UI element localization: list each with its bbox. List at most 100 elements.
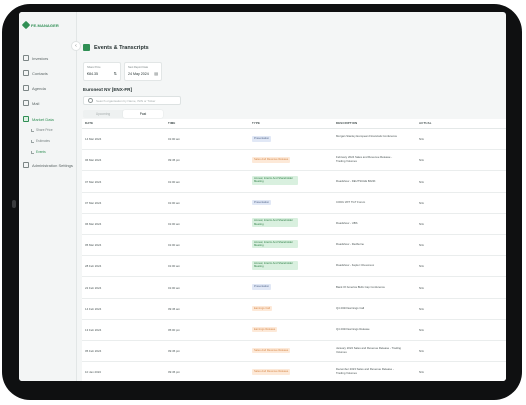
share-price-value: €84.35 [87,72,98,76]
logo-text: FE.MANAGER [31,22,59,28]
event-description: Roadshow - UBS [336,221,358,226]
table-header: DATE TIME TYPE DESCRIPTION ACTUAL [82,119,506,129]
card-label: Next Report Date [128,66,149,69]
column-header-description[interactable]: DESCRIPTION [336,121,357,125]
table-row[interactable]: 05 Mar 2024 01:00 am Annual, Interim And S… [82,235,506,257]
table-row[interactable]: 28 Feb 2024 01:00 am Annual, Interim And S… [82,256,506,278]
column-header-type[interactable]: TYPE [252,121,260,125]
next-report-date-card: Next Report Date 24 May 2024 ▤ [124,62,162,81]
event-date: 05 Mar 2024 [85,243,102,248]
table-body: 14 Mar 2024 01:00 am Presentation Morgan St… [82,129,506,381]
event-actual: N/A [419,285,424,290]
app-logo[interactable]: FE.MANAGER [21,20,59,30]
sidebar-item-market-data[interactable]: Market Data [23,116,54,122]
event-type-badge: Annual, Interim And Shareholder Meeting [252,239,298,249]
event-type-badge: Sales And Revenue Release [252,369,291,375]
sidebar-item-label: Agenda [32,85,46,91]
event-description: Q4 2023 Earnings Release [336,326,370,331]
sidebar-item-contacts[interactable]: Contacts [23,70,48,76]
share-price-card: Share Price €84.35 ⇅ [83,62,121,81]
event-time: 05:00 pm [168,327,181,332]
tab-upcoming[interactable]: Upcoming [83,110,123,118]
event-type-badge: Annual, Interim And Shareholder Meeting [252,260,298,270]
event-time: 09:45 pm [168,370,181,375]
card-label: Share Price [87,66,101,69]
event-actual: N/A [419,306,424,311]
event-time: 01:00 am [168,200,181,205]
branch-icon [31,128,34,132]
event-time: 01:00 am [168,179,181,184]
event-actual: N/A [419,327,424,332]
event-type-badge: Sales And Revenue Release [252,347,291,354]
sidebar-item-investors[interactable]: Investors [23,55,48,61]
event-actual: N/A [419,243,424,248]
search-input[interactable] [96,98,180,103]
column-header-date[interactable]: DATE [85,121,93,125]
sidebar-item-mail[interactable]: Mail [23,100,39,106]
sidebar: FE.MANAGER Investors Contacts Agenda Mai… [19,12,77,381]
event-description: Roadshow - DEUTSCHE BANK [336,178,376,183]
event-date: 07 Mar 2024 [85,179,102,184]
event-date: 14 Mar 2024 [85,137,102,142]
sidebar-item-label: Contacts [32,70,48,76]
event-description: December 2023 Sales and Revenue Release … [336,367,394,375]
event-time: 01:00 am [168,285,181,290]
sidebar-subitem-label: Share Price [36,128,53,132]
event-type-badge: Presentation [252,284,272,290]
column-header-actual[interactable]: ACTUAL [419,121,432,125]
event-type-badge: Earnings Release [252,326,278,333]
company-name: Euronext NV [ENX-FR] [83,87,133,92]
table-row[interactable]: 22 Feb 2024 01:00 am Presentation Bank Of A… [82,277,506,299]
event-date: 06 Mar 2024 [85,158,102,163]
sidebar-item-label: Market Data [32,116,54,122]
event-time: 09:45 am [168,306,181,311]
table-row[interactable]: 07 Mar 2024 01:00 am Annual, Interim And S… [82,171,506,193]
mail-icon [23,100,29,106]
page-header: Events & Transcripts [83,44,149,51]
sidebar-item-agenda[interactable]: Agenda [23,85,46,91]
event-description: Q4 2023 Earnings Call [336,305,365,310]
search-bar [83,96,181,105]
event-actual: N/A [419,137,424,142]
branch-icon [31,150,34,154]
event-date: 14 Feb 2024 [85,306,102,311]
branch-icon [31,139,34,143]
event-time: 01:00 am [168,137,181,142]
events-icon [83,44,90,51]
sidebar-subitem-label: Events [36,150,46,154]
table-row[interactable]: 14 Feb 2024 09:45 am Earnings Call Q4 2023 … [82,299,506,320]
tab-past[interactable]: Past [123,110,163,118]
event-description: Bank Of America BHG Cap Conference [336,284,385,289]
event-actual: N/A [419,222,424,227]
events-table: DATE TIME TYPE DESCRIPTION ACTUAL 14 Mar… [82,119,506,381]
table-row[interactable]: 05 Feb 2024 09:45 pm Sales And Revenue Rel… [82,341,506,363]
sidebar-subitem-estimates[interactable]: Estimates [31,139,50,143]
table-row[interactable]: 10 Jan 2024 09:45 pm Sales And Revenue Rel… [82,362,506,381]
event-type-badge: Presentation [252,136,272,142]
table-row[interactable]: 14 Mar 2024 01:00 am Presentation Morgan St… [82,129,506,151]
event-date: 28 Feb 2024 [85,264,102,269]
contacts-icon [23,70,29,76]
table-row[interactable]: 13 Feb 2024 05:00 pm Earnings Release Q4 20… [82,320,506,341]
calendar-icon [23,85,29,91]
calendar-icon: ▤ [154,71,158,76]
sidebar-subitem-label: Estimates [36,139,50,143]
event-actual: N/A [419,264,424,269]
event-date: 06 Mar 2024 [85,222,102,227]
chart-icon [23,116,29,122]
settings-icon [23,162,29,168]
column-header-time[interactable]: TIME [168,121,175,125]
event-actual: N/A [419,158,424,163]
page-title: Events & Transcripts [94,44,149,51]
user-icon [23,55,29,61]
event-time: 01:00 am [168,222,181,227]
table-row[interactable]: 07 Mar 2024 01:00 am Presentation CODU WIT … [82,193,506,214]
sidebar-item-administration-settings[interactable]: Administration Settings [23,162,73,168]
event-time: 01:00 am [168,243,181,248]
main-content: Events & Transcripts Share Price €84.35 … [77,12,506,381]
table-row[interactable]: 06 Mar 2024 01:00 am Annual, Interim And S… [82,214,506,235]
table-row[interactable]: 06 Mar 2024 09:45 pm Sales And Revenue Rel… [82,150,506,172]
sidebar-subitem-share-price[interactable]: Share Price [31,128,53,132]
sidebar-subitem-events[interactable]: Events [31,150,46,154]
event-description: January 2024 Sales and Revenue Release -… [336,346,401,354]
